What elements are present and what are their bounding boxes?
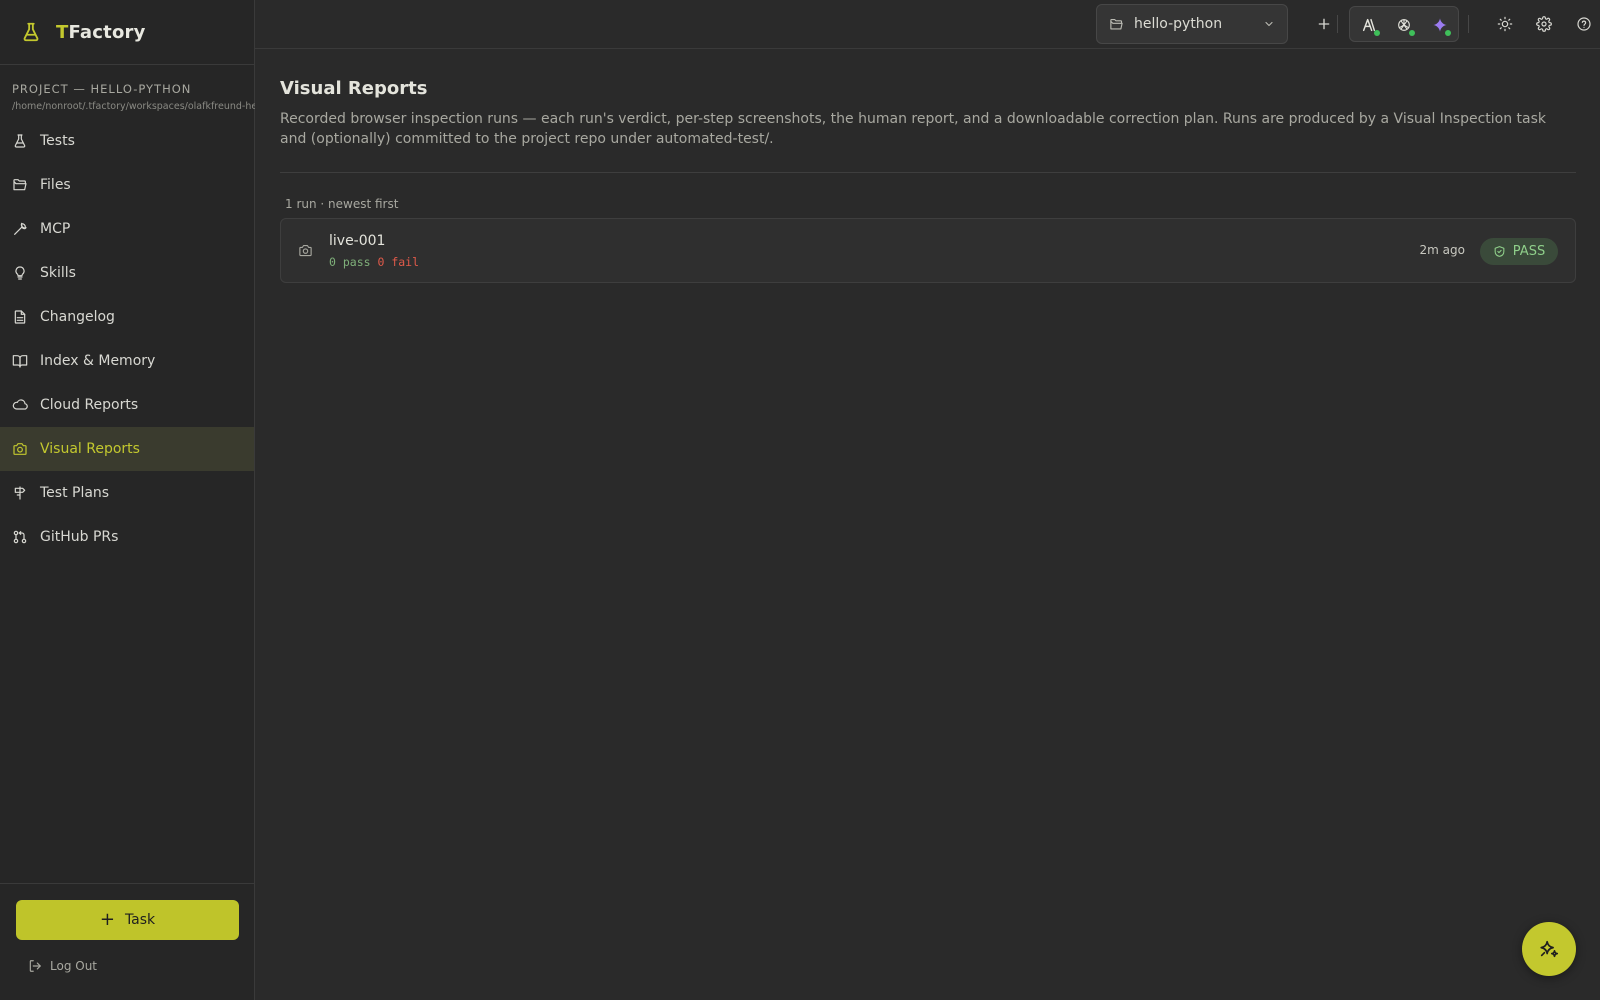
logout-button[interactable]: Log Out <box>28 959 97 973</box>
agent-selector <box>1349 6 1459 42</box>
book-open-icon <box>12 355 28 368</box>
folder-open-icon <box>13 179 27 191</box>
help-circle-icon <box>1577 17 1591 31</box>
page-title: Visual Reports <box>280 78 428 99</box>
main-content: Visual Reports Recorded browser inspecti… <box>280 49 1576 283</box>
agent-gemini[interactable] <box>1430 15 1451 36</box>
add-project-button[interactable] <box>1312 12 1336 36</box>
sidebar: TFactory PROJECT — HELLO-PYTHON /home/no… <box>0 0 255 1000</box>
sidebar-item-label: GitHub PRs <box>40 529 119 545</box>
git-pull-request-icon <box>13 530 27 544</box>
sidebar-footer: + Task Log Out <box>0 883 254 1000</box>
logout-icon <box>29 960 41 972</box>
camera-icon <box>299 244 312 257</box>
sidebar-item-label: Index & Memory <box>40 353 156 369</box>
sidebar-item-label: MCP <box>40 221 71 237</box>
brand[interactable]: TFactory <box>0 0 254 65</box>
sidebar-item-cloud-reports[interactable]: Cloud Reports <box>0 383 254 427</box>
run-name: live-001 <box>329 233 386 249</box>
agent-openai[interactable] <box>1394 15 1415 36</box>
shield-check-icon <box>1494 246 1505 257</box>
pass-count: 0 pass <box>329 255 371 269</box>
sidebar-item-visual-reports[interactable]: Visual Reports <box>0 427 254 471</box>
sidebar-item-mcp[interactable]: MCP <box>0 207 254 251</box>
folder-icon <box>1110 18 1123 29</box>
flask-logo-icon <box>23 22 39 42</box>
fail-count: 0 fail <box>377 255 420 269</box>
sidebar-item-label: Files <box>40 177 71 193</box>
brand-name: TFactory <box>56 21 146 43</box>
sparkles-icon <box>1540 940 1559 958</box>
status-dot <box>1374 30 1380 36</box>
sidebar-item-label: Visual Reports <box>40 441 140 457</box>
run-stats: 0 pass 0 fail <box>329 255 419 269</box>
chevron-down-icon <box>1265 21 1273 27</box>
file-text-icon <box>14 310 26 324</box>
lightbulb-icon <box>15 266 25 280</box>
page-description: Recorded browser inspection runs — each … <box>280 111 1547 147</box>
divider <box>1337 15 1338 33</box>
plus-icon <box>1318 18 1330 30</box>
divider <box>280 172 1576 173</box>
project-path: /home/nonroot/.tfactory/workspaces/olafk… <box>12 101 255 112</box>
verdict-label: PASS <box>1512 244 1546 259</box>
status-dot <box>1445 30 1451 36</box>
sidebar-item-label: Tests <box>40 133 75 149</box>
gear-icon <box>1536 16 1552 32</box>
top-bar: hello-python <box>255 0 1600 49</box>
status-badge: PASS <box>1480 238 1558 265</box>
agent-anthropic[interactable] <box>1359 15 1380 36</box>
divider <box>1468 15 1469 33</box>
sidebar-item-files[interactable]: Files <box>0 163 254 207</box>
sidebar-item-test-plans[interactable]: Test Plans <box>0 471 254 515</box>
run-timestamp: 2m ago <box>1419 243 1465 257</box>
theme-toggle-button[interactable] <box>1493 12 1517 36</box>
sidebar-item-label: Test Plans <box>40 485 110 501</box>
sidebar-nav: Tests Files MCP Skills Changelog Index &… <box>0 119 254 559</box>
task-button-label: Task <box>124 912 156 928</box>
logout-label: Log Out <box>50 959 98 973</box>
cloud-icon <box>12 399 28 410</box>
settings-button[interactable] <box>1532 12 1556 36</box>
sun-icon <box>1497 16 1513 32</box>
sidebar-item-tests[interactable]: Tests <box>0 119 254 163</box>
sidebar-item-index-memory[interactable]: Index & Memory <box>0 339 254 383</box>
flask-icon <box>14 134 26 148</box>
sidebar-item-skills[interactable]: Skills <box>0 251 254 295</box>
signpost-icon <box>14 486 26 500</box>
ai-assistant-button[interactable] <box>1522 922 1576 976</box>
status-dot <box>1409 30 1415 36</box>
project-label: PROJECT — HELLO-PYTHON <box>12 82 192 96</box>
run-count: 1 run · newest first <box>285 197 399 211</box>
project-select-value: hello-python <box>1134 16 1223 32</box>
project-select[interactable]: hello-python <box>1096 4 1288 44</box>
camera-icon <box>13 443 27 455</box>
wrench-icon <box>14 222 27 235</box>
plus-icon: + <box>99 909 115 930</box>
sidebar-item-label: Changelog <box>40 309 115 325</box>
new-task-button[interactable]: + Task <box>16 900 239 940</box>
sidebar-item-github-prs[interactable]: GitHub PRs <box>0 515 254 559</box>
sidebar-item-label: Skills <box>40 265 76 281</box>
sidebar-item-label: Cloud Reports <box>40 397 139 413</box>
run-row[interactable]: live-001 0 pass 0 fail 2m ago PASS <box>280 218 1576 283</box>
help-button[interactable] <box>1572 12 1596 36</box>
sidebar-item-changelog[interactable]: Changelog <box>0 295 254 339</box>
